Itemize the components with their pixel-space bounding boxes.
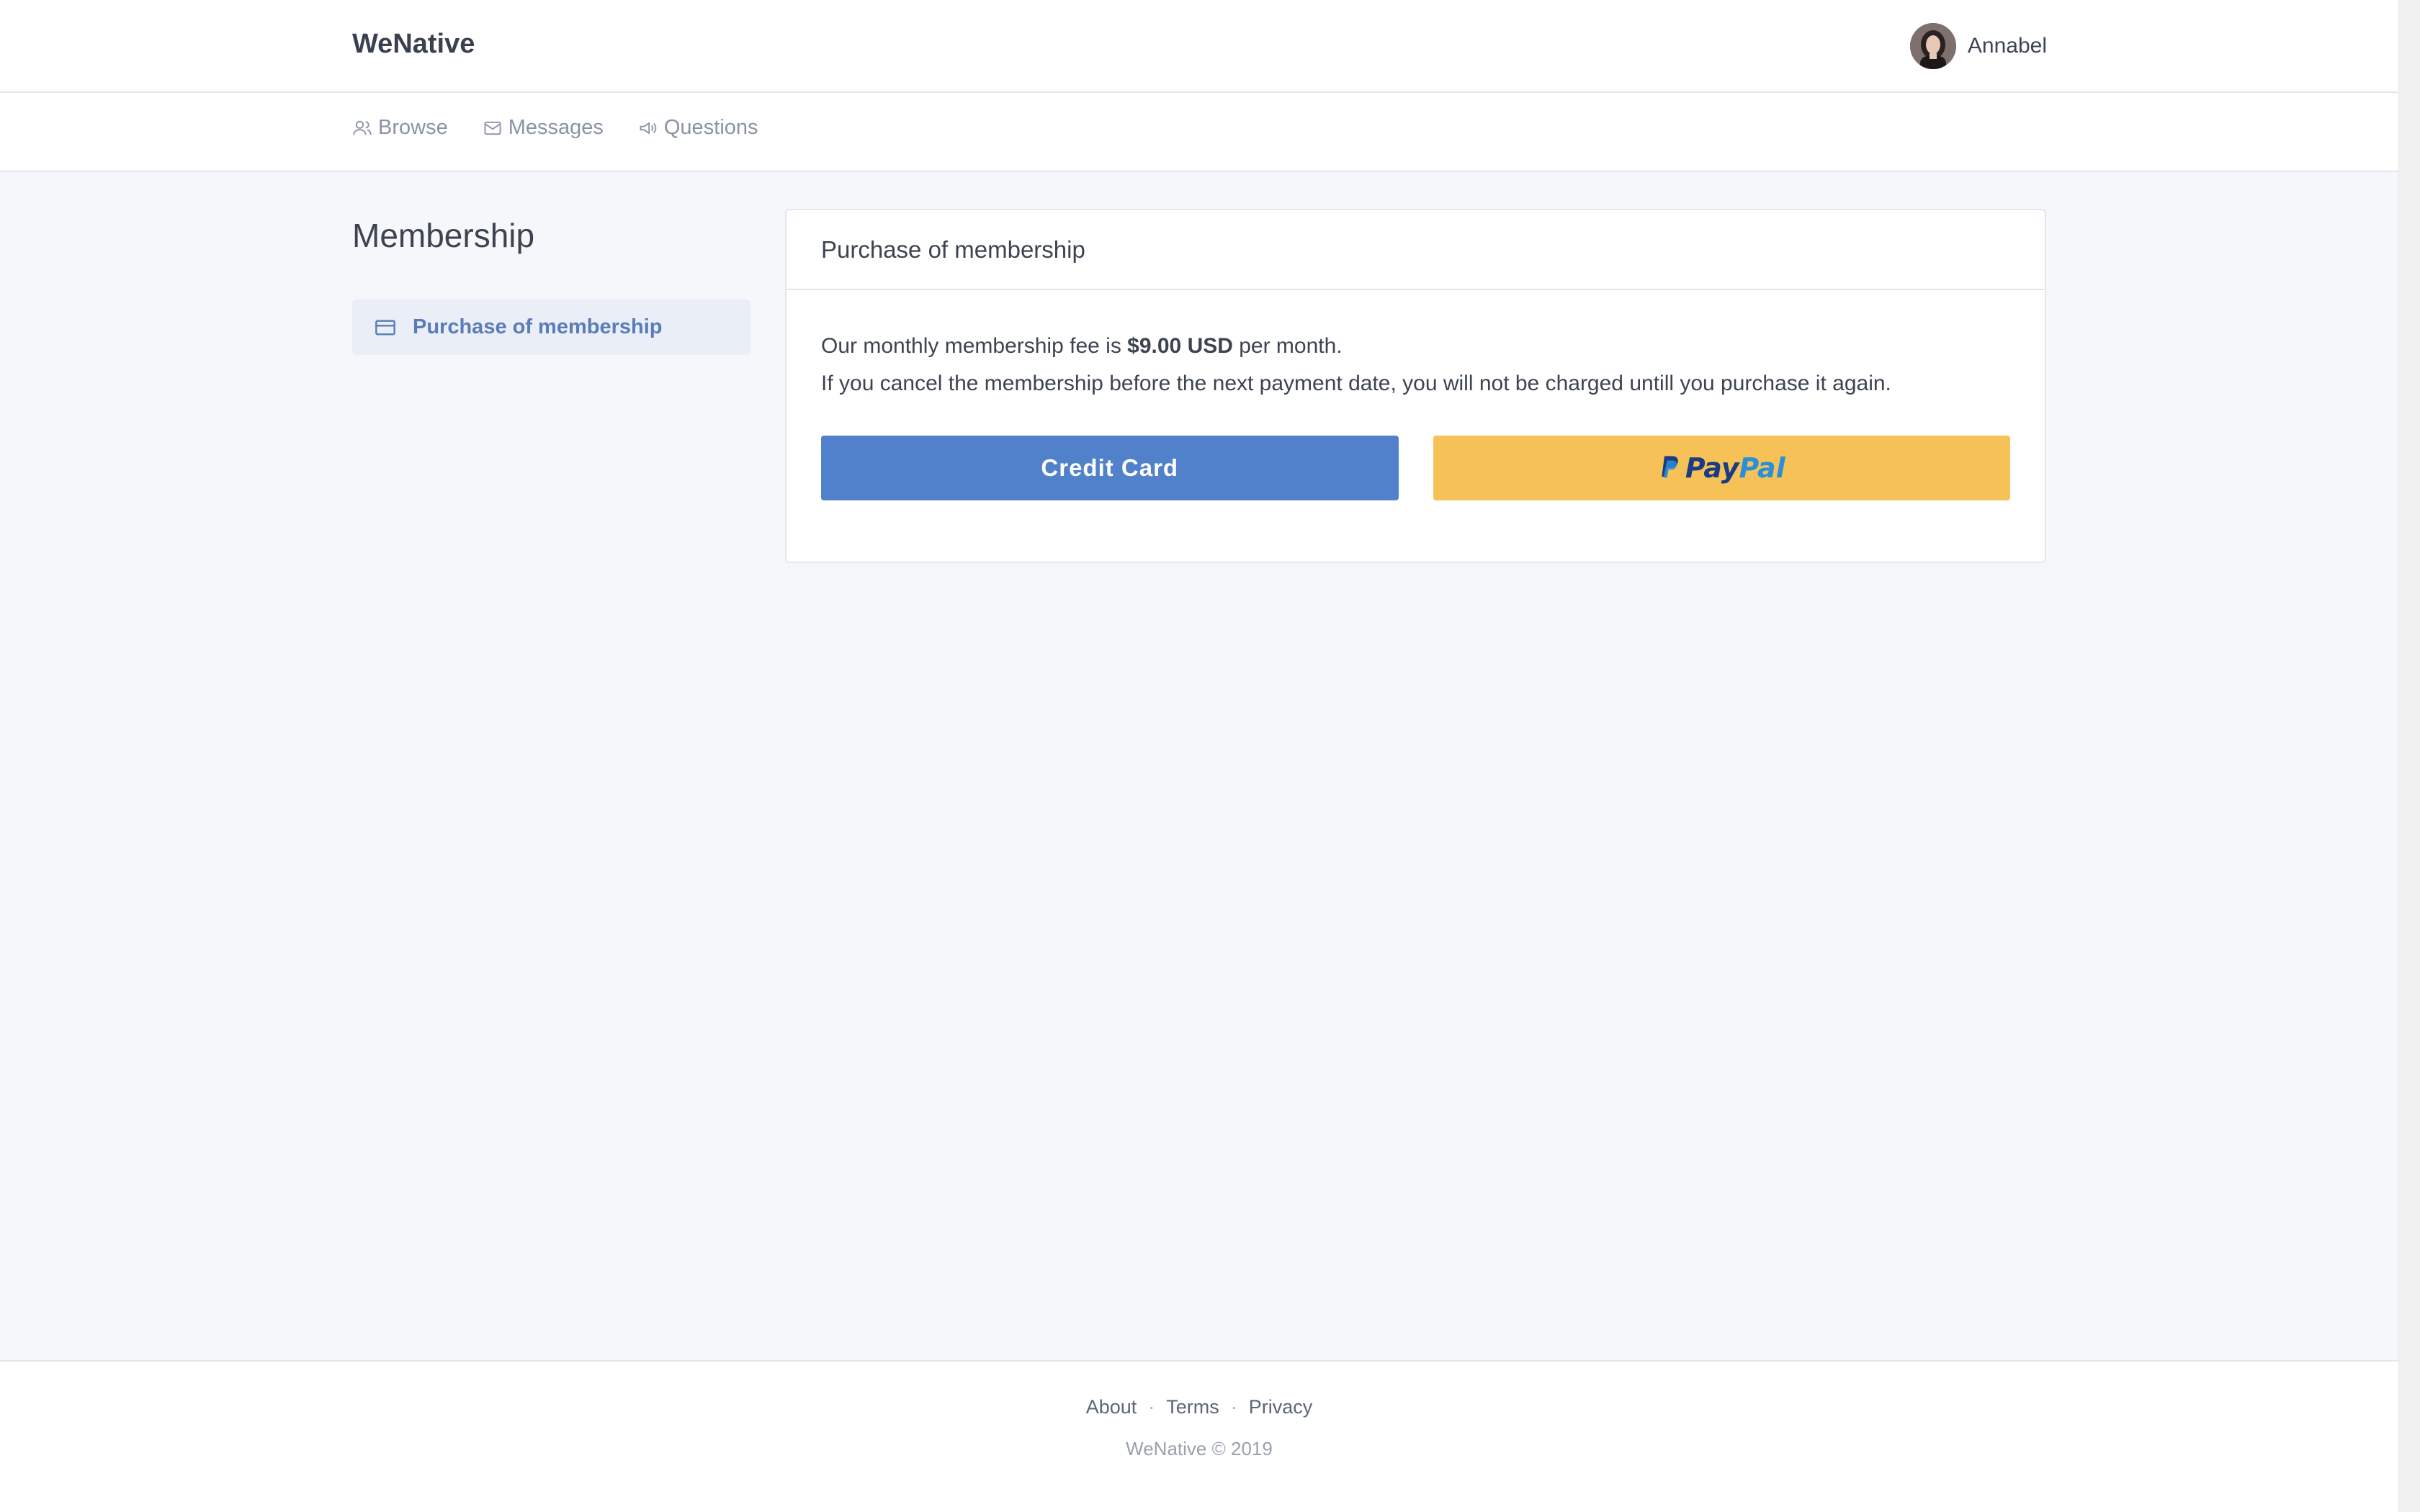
credit-card-button[interactable]: Credit Card [821,436,1399,500]
credit-card-icon [375,319,395,336]
nav-item-label: Browse [378,116,448,139]
page: WeNative Annabel Browse Messages Questio… [0,0,2420,1512]
sidebar-item-purchase-membership[interactable]: Purchase of membership [352,300,750,355]
fee-suffix: per month. [1232,334,1343,358]
paypal-logo: PayPal [1658,452,1785,484]
sidebar-title: Membership [352,217,535,254]
card-title: Purchase of membership [786,210,2045,290]
card-body: Our monthly membership fee is $9.00 USD … [786,290,2045,500]
sidebar-item-label: Purchase of membership [413,315,663,338]
megaphone-icon [640,121,657,135]
top-header: WeNative Annabel [0,0,2398,93]
footer-copyright: WeNative © 2019 [1126,1438,1273,1459]
fee-prefix: Our monthly membership fee is [821,334,1128,358]
paypal-button[interactable]: PayPal [1433,436,2010,500]
brand-logo[interactable]: WeNative [352,29,475,60]
payment-buttons: Credit Card PayPal [821,436,2010,500]
user-name[interactable]: Annabel [1968,34,2047,58]
nav-bar: Browse Messages Questions [0,93,2398,172]
footer-link-privacy[interactable]: Privacy [1249,1396,1313,1418]
users-icon [353,120,372,135]
fee-amount: $9.00 USD [1127,334,1233,358]
vertical-scrollbar[interactable] [2398,0,2420,1512]
footer-separator: · [1148,1396,1155,1418]
avatar-image [1909,23,1956,69]
cancel-note: If you cancel the membership before the … [821,372,1891,395]
paypal-label-pal: Pal [1739,452,1785,484]
main-content: Membership Purchase of membership Purcha… [352,209,2046,1361]
membership-card: Purchase of membership Our monthly membe… [785,209,2046,563]
footer: About · Terms · Privacy WeNative © 2019 [0,1360,2398,1512]
nav-item-messages[interactable]: Messages [483,116,604,140]
nav-item-questions[interactable]: Questions [638,116,758,140]
footer-link-about[interactable]: About [1086,1396,1137,1418]
footer-links: About · Terms · Privacy [0,1396,2398,1418]
user-menu[interactable]: Annabel [1909,22,2047,70]
footer-link-terms[interactable]: Terms [1166,1396,1219,1418]
fee-text: Our monthly membership fee is $9.00 USD … [821,328,2010,365]
nav-item-label: Questions [663,116,758,139]
paypal-label-pay: Pay [1685,452,1739,484]
paypal-p-icon [1662,456,1678,478]
nav-item-label: Messages [508,116,604,139]
avatar[interactable] [1909,23,1956,69]
footer-separator: · [1230,1396,1237,1418]
envelope-icon [484,121,501,135]
nav-item-browse[interactable]: Browse [352,116,448,140]
